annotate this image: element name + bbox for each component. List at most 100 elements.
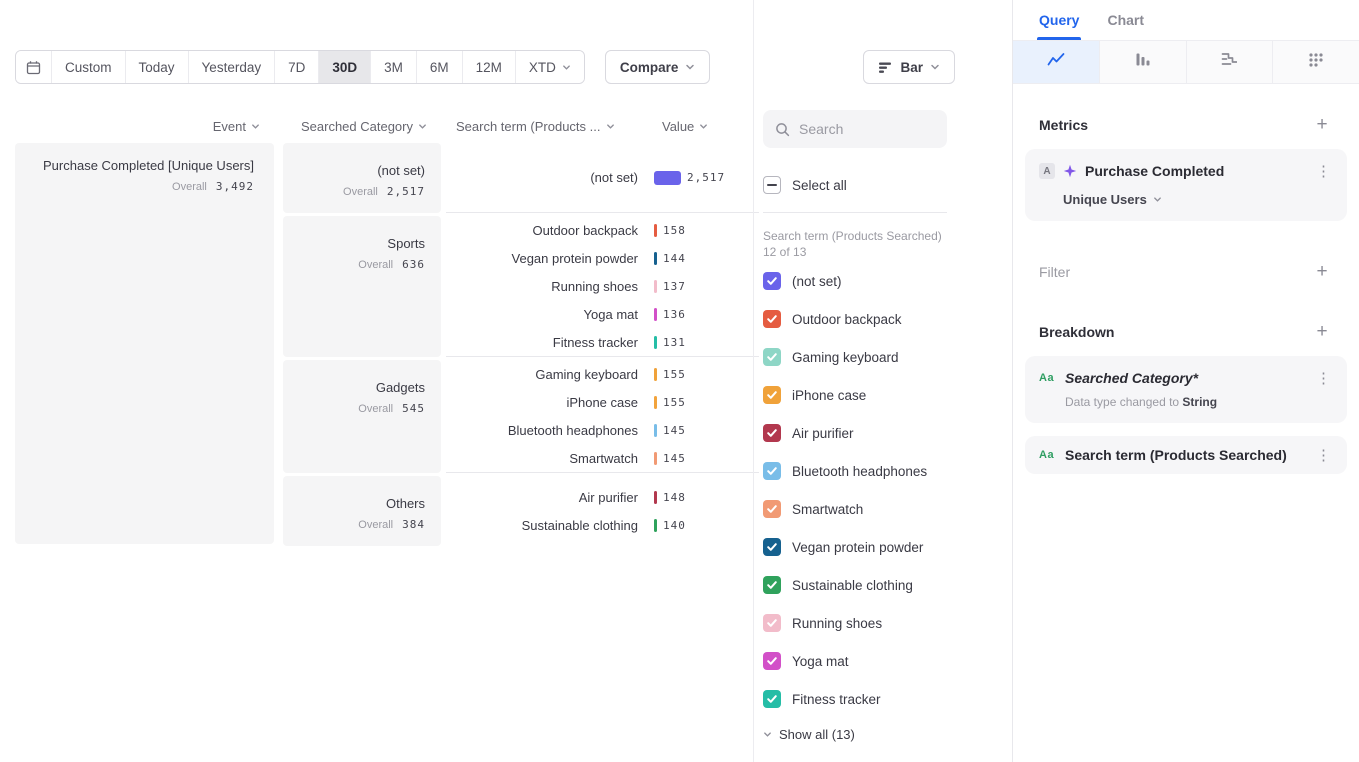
legend-item[interactable]: Yoga mat bbox=[763, 651, 947, 671]
category-cell[interactable]: Gadgets Overall 545 bbox=[283, 360, 441, 473]
breakdown-menu-button[interactable]: ⋮ bbox=[1314, 371, 1333, 386]
date-range-7d[interactable]: 7D bbox=[275, 51, 319, 83]
tab-query[interactable]: Query bbox=[1039, 0, 1079, 40]
tab-chart[interactable]: Chart bbox=[1107, 0, 1144, 40]
funnels-icon bbox=[1135, 52, 1151, 72]
legend-item-checkbox[interactable] bbox=[763, 652, 781, 670]
icon-tab-insights[interactable] bbox=[1013, 41, 1100, 83]
table-row[interactable]: Bluetooth headphones 145 bbox=[446, 416, 759, 444]
table-row[interactable]: Air purifier 148 bbox=[446, 483, 759, 511]
indeterminate-icon bbox=[767, 184, 777, 186]
kebab-menu-icon: ⋮ bbox=[1316, 370, 1331, 387]
insights-icon bbox=[1047, 52, 1065, 72]
legend-item[interactable]: (not set) bbox=[763, 271, 947, 291]
event-cell[interactable]: Purchase Completed [Unique Users] Overal… bbox=[15, 143, 274, 544]
legend-item[interactable]: Fitness tracker bbox=[763, 689, 947, 709]
select-all[interactable]: Select all bbox=[763, 176, 947, 194]
legend-panel: Select all Search term (Products Searche… bbox=[753, 0, 1012, 762]
legend-item[interactable]: Air purifier bbox=[763, 423, 947, 443]
value-cell: 2,517 bbox=[654, 171, 725, 185]
column-header-searched-category[interactable]: Searched Category bbox=[283, 116, 441, 136]
legend-item-checkbox[interactable] bbox=[763, 690, 781, 708]
breakdown-card[interactable]: Aa Searched Category* ⋮ Data type change… bbox=[1025, 356, 1347, 423]
legend-item-checkbox[interactable] bbox=[763, 462, 781, 480]
icon-tab-flows[interactable] bbox=[1273, 41, 1359, 83]
date-range-yesterday[interactable]: Yesterday bbox=[189, 51, 276, 83]
table-row[interactable]: (not set) 2,517 bbox=[446, 164, 759, 192]
table-row[interactable]: Smartwatch 145 bbox=[446, 444, 759, 472]
add-filter-button[interactable]: + bbox=[1311, 261, 1333, 283]
term-label: iPhone case bbox=[446, 395, 646, 410]
report-main: Custom Today Yesterday 7D 30D 3M 6M 12M … bbox=[0, 0, 1012, 762]
column-header-event[interactable]: Event bbox=[15, 116, 274, 136]
table-group: (not set) Overall 2,517 (not set) 2,517 bbox=[283, 143, 759, 213]
select-all-checkbox[interactable] bbox=[763, 176, 781, 194]
compare-button[interactable]: Compare bbox=[605, 50, 711, 84]
legend-item[interactable]: Vegan protein powder bbox=[763, 537, 947, 557]
table-row[interactable]: Sustainable clothing 140 bbox=[446, 511, 759, 539]
chevron-down-icon bbox=[418, 122, 427, 131]
date-range-6m[interactable]: 6M bbox=[417, 51, 463, 83]
table-header-row: Event Searched Category Search term (Pro… bbox=[15, 116, 746, 136]
plus-icon: + bbox=[1316, 322, 1327, 342]
legend-item-checkbox[interactable] bbox=[763, 272, 781, 290]
add-breakdown-button[interactable]: + bbox=[1311, 321, 1333, 343]
legend-item[interactable]: iPhone case bbox=[763, 385, 947, 405]
measurement-selector[interactable]: Unique Users bbox=[1039, 192, 1333, 207]
date-range-3m[interactable]: 3M bbox=[371, 51, 417, 83]
date-range-30d[interactable]: 30D bbox=[319, 51, 371, 83]
table-group: Sports Overall 636 Outdoor backpack 158 … bbox=[283, 216, 759, 357]
legend-item-checkbox[interactable] bbox=[763, 576, 781, 594]
icon-tab-funnels[interactable] bbox=[1100, 41, 1187, 83]
category-cell[interactable]: Sports Overall 636 bbox=[283, 216, 441, 357]
legend-item-checkbox[interactable] bbox=[763, 424, 781, 442]
metric-menu-button[interactable]: ⋮ bbox=[1314, 164, 1333, 179]
check-icon bbox=[766, 275, 778, 287]
table-row[interactable]: Gaming keyboard 155 bbox=[446, 360, 759, 388]
chevron-down-icon bbox=[562, 63, 571, 72]
category-name: Others bbox=[299, 496, 425, 511]
table-row[interactable]: Vegan protein powder 144 bbox=[446, 244, 759, 272]
check-icon bbox=[766, 579, 778, 591]
value-cell: 137 bbox=[654, 280, 686, 293]
category-cell[interactable]: Others Overall 384 bbox=[283, 476, 441, 546]
table-row[interactable]: Fitness tracker 131 bbox=[446, 328, 759, 356]
legend-item[interactable]: Bluetooth headphones bbox=[763, 461, 947, 481]
icon-tab-retention[interactable] bbox=[1187, 41, 1274, 83]
show-all-toggle[interactable]: Show all (13) bbox=[763, 727, 947, 742]
value-tick bbox=[654, 224, 657, 237]
column-header-label: Value bbox=[662, 119, 694, 134]
table-row[interactable]: iPhone case 155 bbox=[446, 388, 759, 416]
table-row[interactable]: Running shoes 137 bbox=[446, 272, 759, 300]
legend-item-checkbox[interactable] bbox=[763, 310, 781, 328]
breakdown-card[interactable]: Aa Search term (Products Searched) ⋮ bbox=[1025, 436, 1347, 474]
table-group: Gadgets Overall 545 Gaming keyboard 155 … bbox=[283, 360, 759, 473]
term-label: Running shoes bbox=[446, 279, 646, 294]
legend-search-input[interactable] bbox=[799, 121, 929, 137]
date-range-12m[interactable]: 12M bbox=[463, 51, 516, 83]
legend-item[interactable]: Running shoes bbox=[763, 613, 947, 633]
legend-item-checkbox[interactable] bbox=[763, 538, 781, 556]
breakdown-menu-button[interactable]: ⋮ bbox=[1314, 448, 1333, 463]
legend-item-checkbox[interactable] bbox=[763, 500, 781, 518]
legend-item[interactable]: Sustainable clothing bbox=[763, 575, 947, 595]
date-range-xtd[interactable]: XTD bbox=[516, 51, 584, 83]
legend-item-checkbox[interactable] bbox=[763, 348, 781, 366]
metric-card[interactable]: A Purchase Completed ⋮ Unique Users bbox=[1025, 149, 1347, 221]
calendar-button[interactable] bbox=[16, 51, 52, 83]
table-row[interactable]: Yoga mat 136 bbox=[446, 300, 759, 328]
column-header-search-term[interactable]: Search term (Products ... bbox=[446, 116, 646, 136]
date-range-today[interactable]: Today bbox=[126, 51, 189, 83]
add-metric-button[interactable]: + bbox=[1311, 114, 1333, 136]
category-cell[interactable]: (not set) Overall 2,517 bbox=[283, 143, 441, 213]
table-row[interactable]: Outdoor backpack 158 bbox=[446, 216, 759, 244]
legend-item[interactable]: Gaming keyboard bbox=[763, 347, 947, 367]
legend-item[interactable]: Smartwatch bbox=[763, 499, 947, 519]
legend-item[interactable]: Outdoor backpack bbox=[763, 309, 947, 329]
legend-item-checkbox[interactable] bbox=[763, 386, 781, 404]
date-range-custom[interactable]: Custom bbox=[52, 51, 126, 83]
column-header-value[interactable]: Value bbox=[646, 116, 746, 136]
legend-item-checkbox[interactable] bbox=[763, 614, 781, 632]
value-tick bbox=[654, 336, 657, 349]
legend-item-label: Fitness tracker bbox=[792, 692, 881, 707]
